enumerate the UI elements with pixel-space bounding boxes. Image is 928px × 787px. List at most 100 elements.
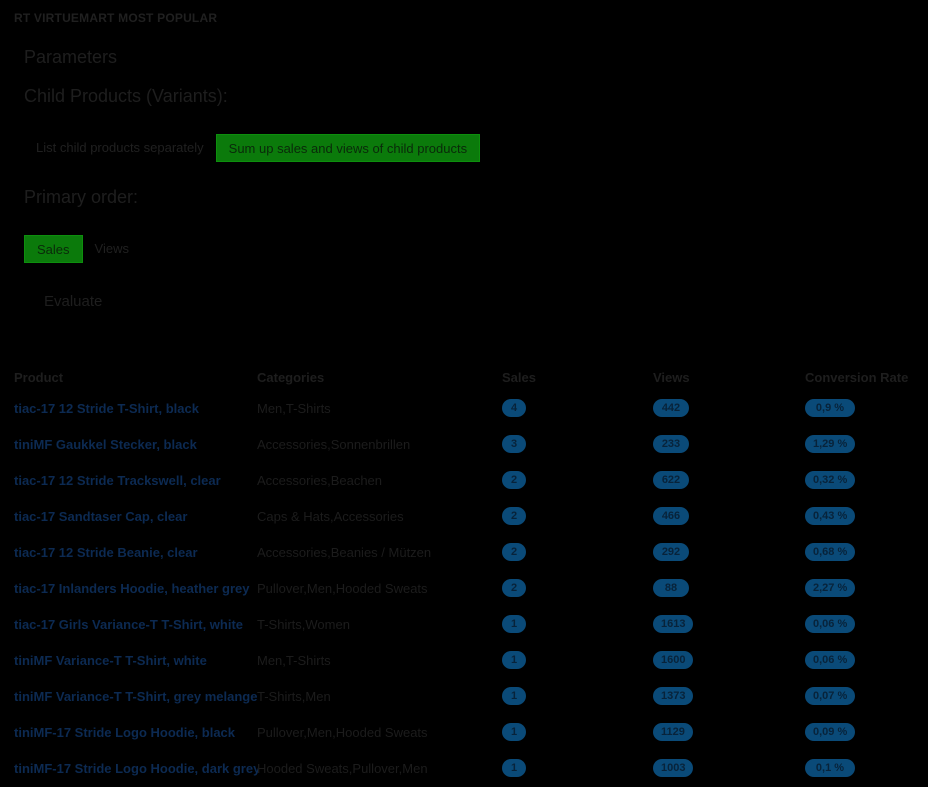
table-row: tiac-17 Inlanders Hoodie, heather grey Pu… <box>14 570 918 606</box>
product-cell: tiac-17 12 Stride Beanie, clear <box>14 534 258 570</box>
conversion-rate-badge: 2,27 % <box>805 579 856 597</box>
table-row: tiac-17 12 Stride Trackswell, clear Acces… <box>14 462 918 498</box>
conversion-rate-badge: 0,09 % <box>805 723 856 741</box>
module-title: RT VIRTUEMART MOST POPULAR <box>14 11 218 25</box>
product-link[interactable]: tiniMF-17 Stride Logo Hoodie, dark grey <box>14 761 258 776</box>
conversion-rate-badge: 0,68 % <box>805 543 856 561</box>
column-header-product: Product <box>14 369 64 385</box>
categories-text: Men,T-Shirts <box>257 400 331 416</box>
sales-badge: 4 <box>502 399 526 417</box>
categories-text: Hooded Sweats,Pullover,Men <box>257 760 428 776</box>
views-badge: 1613 <box>653 615 694 633</box>
conversion-cell: 0,43 % <box>805 498 918 534</box>
page: RT VIRTUEMART MOST POPULAR Parameters Ch… <box>0 0 928 787</box>
views-badge: 233 <box>653 435 689 453</box>
product-cell: tiniMF Gaukkel Stecker, black <box>14 426 258 462</box>
column-header-views: Views <box>653 369 690 385</box>
conversion-cell: 0,09 % <box>805 714 918 750</box>
categories-cell: Hooded Sweats,Pullover,Men <box>257 750 501 786</box>
categories-cell: Caps & Hats,Accessories <box>257 498 501 534</box>
categories-text: Pullover,Men,Hooded Sweats <box>257 724 428 740</box>
product-link[interactable]: tiac-17 Sandtaser Cap, clear <box>14 509 187 524</box>
column-header-sales: Sales <box>502 369 536 385</box>
categories-cell: Accessories,Beachen <box>257 462 501 498</box>
product-link[interactable]: tiac-17 Girls Variance-T T-Shirt, white <box>14 617 243 632</box>
order-views-option[interactable]: Views <box>83 235 141 263</box>
conversion-cell: 1,29 % <box>805 426 918 462</box>
product-cell: tiac-17 12 Stride T-Shirt, black <box>14 390 258 426</box>
views-cell: 1003 <box>653 750 793 786</box>
conversion-cell: 0,07 % <box>805 678 918 714</box>
parameters-heading: Parameters <box>24 47 118 67</box>
conversion-cell: 0,9 % <box>805 390 918 426</box>
table-row: tiac-17 Sandtaser Cap, clear Caps & Hats,… <box>14 498 918 534</box>
categories-cell: Men,T-Shirts <box>257 642 501 678</box>
categories-text: Accessories,Beanies / Mützen <box>257 544 432 560</box>
table-row: tiac-17 12 Stride T-Shirt, black Men,T-Sh… <box>14 390 918 426</box>
product-cell: tiniMF Variance-T T-Shirt, white <box>14 642 258 678</box>
product-link[interactable]: tiniMF-17 Stride Logo Hoodie, black <box>14 725 235 740</box>
sales-badge: 2 <box>502 579 526 597</box>
views-badge: 1600 <box>653 651 694 669</box>
views-cell: 466 <box>653 498 793 534</box>
sales-badge: 1 <box>502 687 526 705</box>
product-link[interactable]: tiac-17 12 Stride T-Shirt, black <box>14 401 199 416</box>
views-cell: 1373 <box>653 678 793 714</box>
product-cell: tiniMF-17 Stride Logo Hoodie, dark grey <box>14 750 258 786</box>
results-table: Product Categories Sales Views Conversio… <box>14 364 918 786</box>
conversion-cell: 2,27 % <box>805 570 918 606</box>
views-badge: 466 <box>653 507 689 525</box>
product-link[interactable]: tiniMF Variance-T T-Shirt, white <box>14 653 207 668</box>
sales-cell: 2 <box>502 462 642 498</box>
sum-up-option[interactable]: Sum up sales and views of child products <box>215 134 481 162</box>
product-link[interactable]: tiac-17 Inlanders Hoodie, heather grey <box>14 581 250 596</box>
product-link[interactable]: tiac-17 12 Stride Trackswell, clear <box>14 473 221 488</box>
views-cell: 88 <box>653 570 793 606</box>
conversion-cell: 0,68 % <box>805 534 918 570</box>
categories-cell: T-Shirts,Men <box>257 678 501 714</box>
views-cell: 1613 <box>653 606 793 642</box>
conversion-cell: 0,06 % <box>805 642 918 678</box>
categories-text: Caps & Hats,Accessories <box>257 508 404 524</box>
sales-cell: 3 <box>502 426 642 462</box>
product-link[interactable]: tiniMF Variance-T T-Shirt, grey melange <box>14 689 257 704</box>
table-row: tiac-17 12 Stride Beanie, clear Accessori… <box>14 534 918 570</box>
primary-order-heading: Primary order: <box>24 187 139 207</box>
conversion-rate-badge: 0,32 % <box>805 471 856 489</box>
views-cell: 1129 <box>653 714 793 750</box>
conversion-rate-badge: 0,9 % <box>805 399 855 417</box>
table-row: tiniMF-17 Stride Logo Hoodie, black Pullo… <box>14 714 918 750</box>
categories-cell: Accessories,Sonnenbrillen <box>257 426 501 462</box>
categories-text: T-Shirts,Women <box>257 616 350 632</box>
categories-cell: Men,T-Shirts <box>257 390 501 426</box>
table-header-row: Product Categories Sales Views Conversio… <box>14 364 918 390</box>
order-sales-option[interactable]: Sales <box>24 235 83 263</box>
table-row: tiniMF-17 Stride Logo Hoodie, dark grey H… <box>14 750 918 786</box>
list-separately-option[interactable]: List child products separately <box>24 134 216 162</box>
sales-badge: 2 <box>502 543 526 561</box>
product-link[interactable]: tiac-17 12 Stride Beanie, clear <box>14 545 198 560</box>
categories-cell: Pullover,Men,Hooded Sweats <box>257 570 501 606</box>
views-cell: 1600 <box>653 642 793 678</box>
views-badge: 292 <box>653 543 689 561</box>
evaluate-button[interactable]: Evaluate <box>34 288 112 316</box>
conversion-rate-badge: 0,1 % <box>805 759 855 777</box>
primary-order-toggle-group: Sales Views <box>24 235 141 263</box>
sales-cell: 2 <box>502 498 642 534</box>
conversion-rate-badge: 1,29 % <box>805 435 856 453</box>
conversion-cell: 0,32 % <box>805 462 918 498</box>
product-cell: tiniMF-17 Stride Logo Hoodie, black <box>14 714 258 750</box>
conversion-rate-badge: 0,06 % <box>805 651 856 669</box>
views-badge: 442 <box>653 399 689 417</box>
product-link[interactable]: tiniMF Gaukkel Stecker, black <box>14 437 197 452</box>
conversion-cell: 0,1 % <box>805 750 918 786</box>
sales-cell: 4 <box>502 390 642 426</box>
views-badge: 1129 <box>653 723 693 741</box>
categories-text: Accessories,Sonnenbrillen <box>257 436 411 452</box>
product-cell: tiac-17 Inlanders Hoodie, heather grey <box>14 570 258 606</box>
sales-cell: 2 <box>502 570 642 606</box>
views-cell: 233 <box>653 426 793 462</box>
conversion-rate-badge: 0,07 % <box>805 687 856 705</box>
column-header-conversion-rate: Conversion Rate <box>805 369 909 385</box>
sales-badge: 1 <box>502 723 526 741</box>
